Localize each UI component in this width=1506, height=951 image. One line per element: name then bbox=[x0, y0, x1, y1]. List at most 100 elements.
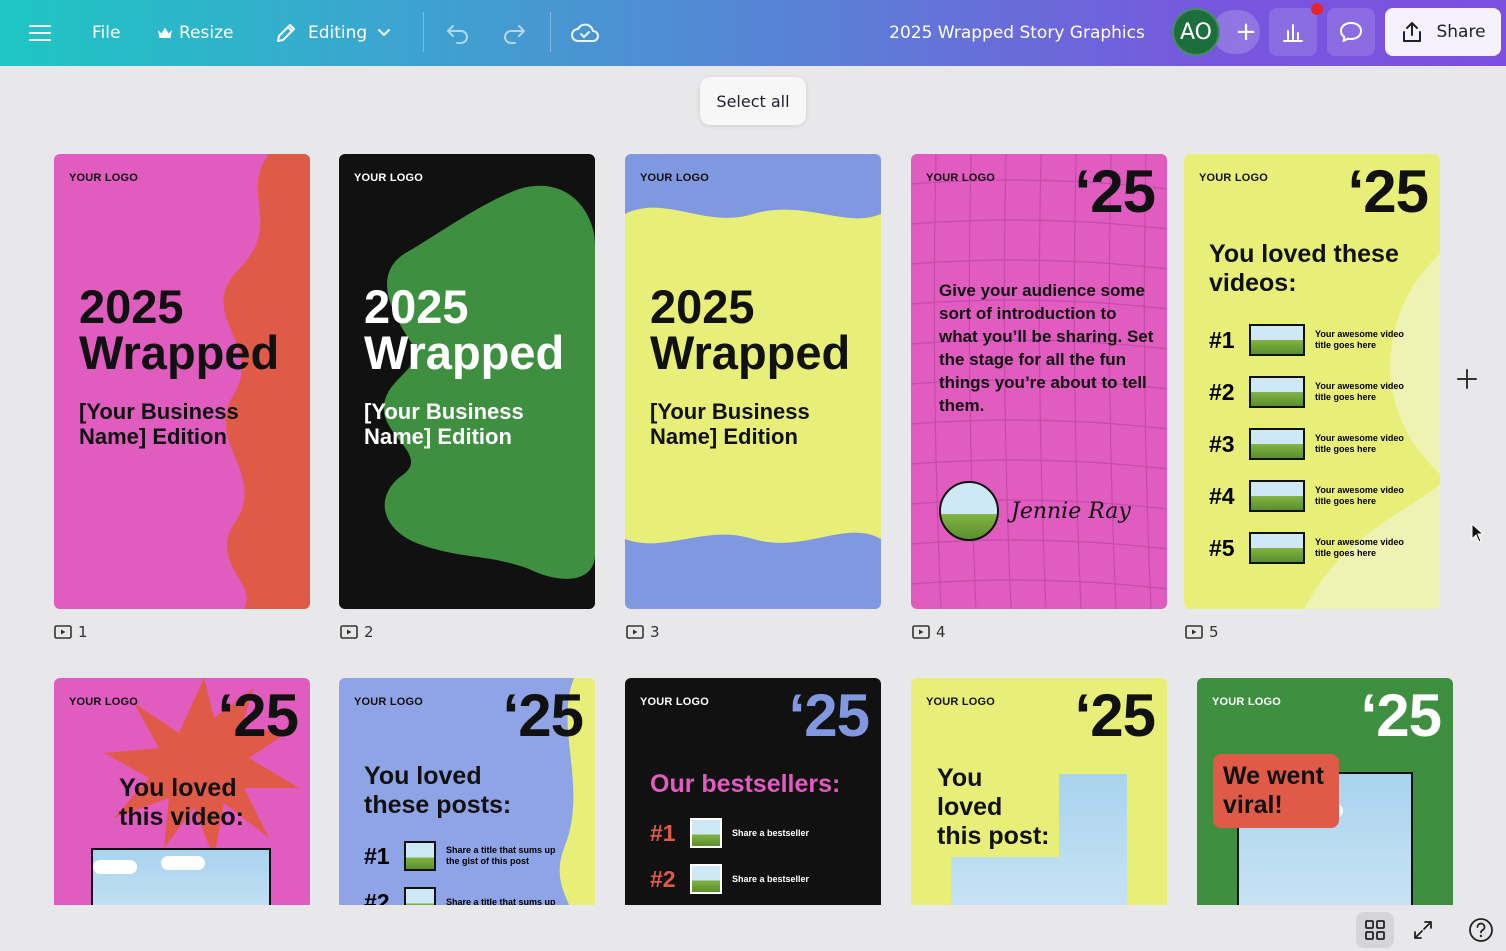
logo-placeholder: YOUR LOGO bbox=[640, 696, 710, 708]
page-number-label: 1 bbox=[54, 623, 88, 641]
video-thumbnail bbox=[1249, 428, 1305, 460]
page-number-label: 4 bbox=[912, 623, 946, 641]
product-thumbnail bbox=[690, 818, 722, 848]
video-page-icon bbox=[54, 625, 72, 639]
page-title: You loved this video: bbox=[119, 774, 245, 831]
page-number-label: 3 bbox=[626, 623, 660, 641]
undo-icon bbox=[447, 25, 468, 44]
upload-icon bbox=[1403, 22, 1422, 42]
grid-view-button[interactable] bbox=[1356, 912, 1394, 948]
rank-label: #1 bbox=[364, 842, 390, 869]
post-thumbnail bbox=[404, 887, 436, 905]
video-page-icon bbox=[1185, 625, 1203, 639]
page-thumbnail-4[interactable]: YOUR LOGO ‘25 Give your audience some so… bbox=[911, 154, 1167, 609]
notification-dot bbox=[1311, 3, 1323, 15]
product-thumbnail bbox=[690, 864, 722, 894]
page-number: 5 bbox=[1209, 623, 1219, 641]
page-number-label: 2 bbox=[340, 623, 374, 641]
post-title: Share a title that sums up the gist of t… bbox=[446, 845, 556, 866]
page-thumbnail-8[interactable]: YOUR LOGO ‘25 Our bestsellers: #1 Share … bbox=[625, 678, 881, 905]
video-title: Your awesome video title goes here bbox=[1315, 485, 1404, 506]
year-label: ‘25 bbox=[1074, 158, 1156, 225]
post-thumbnail bbox=[404, 841, 436, 871]
page-grid: YOUR LOGO 2025 Wrapped [Your Business Na… bbox=[0, 66, 1506, 905]
document-title[interactable]: 2025 Wrapped Story Graphics bbox=[860, 0, 1174, 66]
video-page-icon bbox=[912, 625, 930, 639]
comments-button[interactable] bbox=[1327, 8, 1375, 56]
page-thumbnail-6[interactable]: YOUR LOGO ‘25 You loved this video: bbox=[54, 678, 310, 905]
list-item: #2 Share a title that sums up bbox=[364, 879, 571, 905]
video-thumbnail bbox=[1249, 376, 1305, 408]
video-thumbnail bbox=[1249, 480, 1305, 512]
page-thumbnail-10[interactable]: YOUR LOGO ‘25 We went viral! bbox=[1197, 678, 1453, 905]
logo-placeholder: YOUR LOGO bbox=[1212, 696, 1282, 708]
page-thumbnail-1[interactable]: YOUR LOGO 2025 Wrapped [Your Business Na… bbox=[54, 154, 310, 609]
page-number: 3 bbox=[650, 623, 660, 641]
year-label: ‘25 bbox=[1347, 158, 1429, 225]
save-status-button[interactable] bbox=[570, 0, 600, 66]
video-page-icon bbox=[626, 625, 644, 639]
mouse-cursor-icon bbox=[1471, 522, 1485, 543]
year-label: ‘25 bbox=[502, 682, 584, 749]
file-menu-button[interactable]: File bbox=[92, 0, 120, 66]
intro-paragraph: Give your audience some sort of introduc… bbox=[939, 281, 1154, 415]
page-thumbnail-5[interactable]: YOUR LOGO ‘25 You loved these videos: #1… bbox=[1184, 154, 1440, 609]
logo-placeholder: YOUR LOGO bbox=[69, 172, 139, 184]
video-title: Your awesome video title goes here bbox=[1315, 381, 1404, 402]
editing-mode-dropdown[interactable]: Editing bbox=[274, 0, 391, 66]
undo-button[interactable] bbox=[445, 0, 471, 66]
rank-label: #2 bbox=[650, 865, 676, 892]
toolbar-divider bbox=[423, 12, 424, 52]
fullscreen-button[interactable] bbox=[1404, 912, 1442, 948]
video-title: Your awesome video title goes here bbox=[1315, 329, 1404, 350]
pencil-icon bbox=[277, 24, 295, 42]
logo-placeholder: YOUR LOGO bbox=[1199, 172, 1269, 184]
page-title: 2025 Wrapped bbox=[364, 280, 565, 379]
expand-icon bbox=[1414, 921, 1432, 939]
redo-button[interactable] bbox=[501, 0, 527, 66]
cloud-shape bbox=[93, 860, 137, 874]
add-page-icon[interactable] bbox=[1456, 368, 1478, 390]
author-photo bbox=[939, 481, 999, 541]
page-title: 2025 Wrapped bbox=[79, 280, 280, 379]
logo-placeholder: YOUR LOGO bbox=[69, 696, 139, 708]
page-thumbnail-7[interactable]: YOUR LOGO ‘25 You loved these posts: #1 … bbox=[339, 678, 595, 905]
page-title: You loved these posts: bbox=[364, 762, 512, 819]
resize-button[interactable]: Resize bbox=[157, 0, 233, 66]
post-list: #1 Share a title that sums up the gist o… bbox=[364, 833, 571, 905]
page-number: 2 bbox=[364, 623, 374, 641]
page-thumbnail-2[interactable]: YOUR LOGO 2025 Wrapped [Your Business Na… bbox=[339, 154, 595, 609]
share-button[interactable]: Share bbox=[1385, 8, 1501, 56]
rank-label: #3 bbox=[1209, 430, 1235, 457]
hamburger-menu-icon bbox=[29, 25, 51, 41]
wavy-background-shape bbox=[223, 154, 310, 609]
help-button[interactable] bbox=[1462, 912, 1500, 948]
grid-view-icon bbox=[1365, 920, 1385, 940]
page-thumbnail-9[interactable]: YOUR LOGO ‘25 You loved this post: bbox=[911, 678, 1167, 905]
user-avatar[interactable]: AO bbox=[1172, 8, 1220, 56]
logo-placeholder: YOUR LOGO bbox=[354, 696, 424, 708]
video-list: #1 Your awesome video title goes here #2… bbox=[1209, 314, 1415, 574]
page-number: 4 bbox=[936, 623, 946, 641]
rank-label: #1 bbox=[1209, 326, 1235, 353]
product-title: Share a bestseller bbox=[732, 873, 810, 884]
main-menu-button[interactable] bbox=[24, 0, 56, 66]
help-icon bbox=[1469, 918, 1493, 942]
insights-button[interactable] bbox=[1269, 8, 1317, 56]
page-subtitle: [Your Business Name] Edition bbox=[79, 399, 239, 449]
year-label: ‘25 bbox=[217, 682, 299, 749]
logo-placeholder: YOUR LOGO bbox=[926, 696, 996, 708]
page-title: Our bestsellers: bbox=[650, 770, 841, 798]
top-toolbar: File Resize Editing 2025 Wrapped Story G… bbox=[0, 0, 1506, 66]
list-item: #4 Your awesome video title goes here bbox=[1209, 470, 1415, 522]
page-number: 1 bbox=[78, 623, 88, 641]
crown-icon bbox=[158, 27, 172, 38]
file-menu-label: File bbox=[92, 23, 121, 43]
rank-label: #2 bbox=[1209, 378, 1235, 405]
rank-label: #4 bbox=[1209, 482, 1235, 509]
logo-placeholder: YOUR LOGO bbox=[640, 172, 710, 184]
product-title: Share a bestseller bbox=[732, 827, 810, 838]
page-thumbnail-3[interactable]: YOUR LOGO 2025 Wrapped [Your Business Na… bbox=[625, 154, 881, 609]
post-title: Share a title that sums up bbox=[446, 896, 556, 906]
resize-label: Resize bbox=[179, 23, 234, 43]
